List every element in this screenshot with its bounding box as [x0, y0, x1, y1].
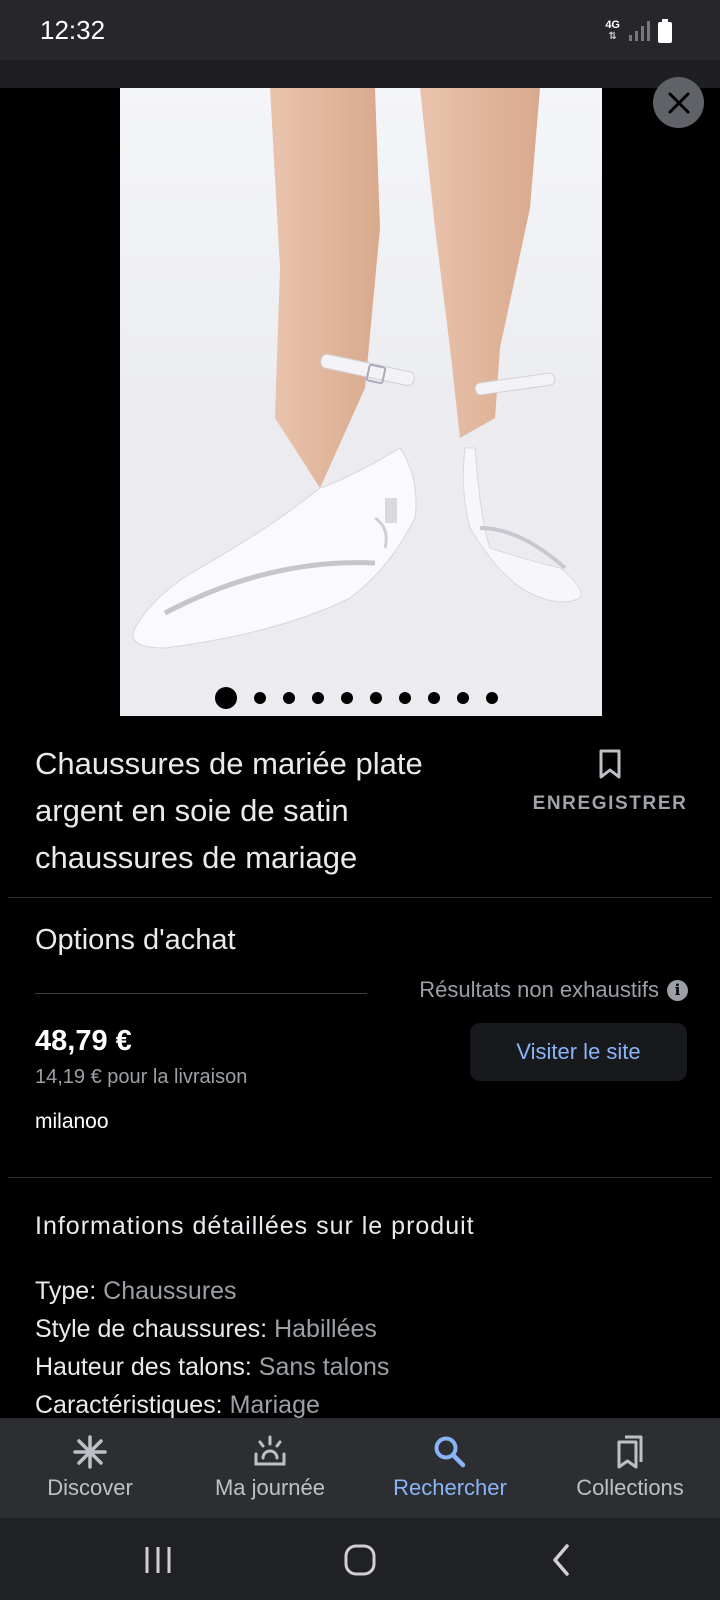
bookmark-icon — [599, 749, 621, 779]
status-time: 12:32 — [40, 15, 106, 45]
attribute-row: Style de chaussures: Habillées — [35, 1310, 389, 1348]
carousel-dots[interactable] — [215, 687, 498, 709]
product-image[interactable] — [120, 88, 602, 716]
signal-icon — [629, 21, 650, 41]
search-icon — [434, 1436, 466, 1468]
attribute-key: Caractéristiques: — [35, 1391, 223, 1419]
carousel-dot[interactable] — [457, 692, 469, 704]
attribute-row: Type: Chaussures — [35, 1272, 389, 1310]
collections-icon — [617, 1435, 643, 1469]
network-type-icon: 4G ⇅ — [605, 19, 620, 43]
carousel-dot[interactable] — [341, 692, 353, 704]
bottom-nav: Discover Ma journée Rechercher Collectio… — [0, 1418, 720, 1518]
asterisk-icon — [73, 1435, 107, 1469]
carousel-dot[interactable] — [486, 692, 498, 704]
sunrise-icon — [254, 1435, 286, 1466]
back-button[interactable] — [540, 1540, 584, 1580]
carousel-dot[interactable] — [254, 692, 266, 704]
product-attributes: Type: Chaussures Style de chaussures: Habi… — [35, 1272, 389, 1424]
save-label: ENREGISTRER — [532, 793, 688, 814]
divider — [8, 1177, 712, 1178]
close-icon — [668, 92, 689, 113]
close-button[interactable] — [653, 77, 704, 128]
nav-label: Rechercher — [393, 1475, 507, 1500]
carousel-dot[interactable] — [399, 692, 411, 704]
back-icon — [553, 1544, 569, 1576]
divider — [35, 993, 367, 994]
disclaimer-text: Résultats non exhaustifs — [419, 977, 659, 1002]
save-button[interactable]: ENREGISTRER — [530, 748, 690, 815]
merchant-name: milanoo — [35, 1110, 109, 1133]
attribute-value: Mariage — [229, 1391, 320, 1419]
home-button[interactable] — [338, 1540, 382, 1580]
carousel-dot[interactable] — [283, 692, 295, 704]
attribute-value: Sans talons — [258, 1353, 390, 1381]
nav-label: Discover — [47, 1475, 133, 1500]
image-carousel[interactable] — [0, 88, 720, 716]
recent-apps-icon — [145, 1547, 171, 1573]
nav-label: Collections — [576, 1475, 684, 1500]
product-details-title: Informations détaillées sur le produit — [35, 1212, 475, 1240]
product-title-block: Chaussures de mariée plate argent en soi… — [35, 740, 495, 881]
attribute-key: Style de chaussures: — [35, 1315, 268, 1343]
recent-apps-button[interactable] — [136, 1540, 180, 1580]
visit-site-button[interactable]: Visiter le site — [470, 1023, 687, 1081]
attribute-key: Type: — [35, 1277, 97, 1305]
nav-discover[interactable]: Discover — [0, 1418, 180, 1518]
nav-rechercher[interactable]: Rechercher — [360, 1418, 540, 1518]
carousel-dot[interactable] — [312, 692, 324, 704]
nav-ma-journee[interactable]: Ma journée — [180, 1418, 360, 1518]
carousel-dot[interactable] — [428, 692, 440, 704]
divider — [8, 897, 712, 898]
attribute-value: Habillées — [274, 1315, 377, 1343]
product-title: Chaussures de mariée plate argent en soi… — [35, 746, 423, 875]
carousel-dot-active[interactable] — [215, 687, 237, 709]
attribute-row: Hauteur des talons: Sans talons — [35, 1348, 389, 1386]
bridal-flats-photo — [120, 88, 602, 716]
price: 48,79 € — [35, 1025, 132, 1057]
battery-icon — [658, 19, 672, 43]
sheet-handle-bar — [0, 60, 720, 88]
attribute-value: Chaussures — [103, 1277, 237, 1305]
shipping-cost: 14,19 € pour la livraison — [35, 1066, 248, 1088]
attribute-key: Hauteur des talons: — [35, 1353, 252, 1381]
home-icon — [344, 1544, 376, 1576]
purchase-options-title: Options d'achat — [35, 924, 236, 956]
carousel-dot[interactable] — [370, 692, 382, 704]
nav-label: Ma journée — [214, 1475, 326, 1500]
system-nav-bar — [0, 1518, 720, 1600]
status-bar: 12:32 4G ⇅ — [0, 0, 720, 60]
results-disclaimer[interactable]: Résultats non exhaustifs i — [419, 977, 688, 1003]
info-icon[interactable]: i — [667, 979, 688, 1001]
nav-collections[interactable]: Collections — [540, 1418, 720, 1518]
status-icons: 4G ⇅ — [605, 18, 672, 44]
